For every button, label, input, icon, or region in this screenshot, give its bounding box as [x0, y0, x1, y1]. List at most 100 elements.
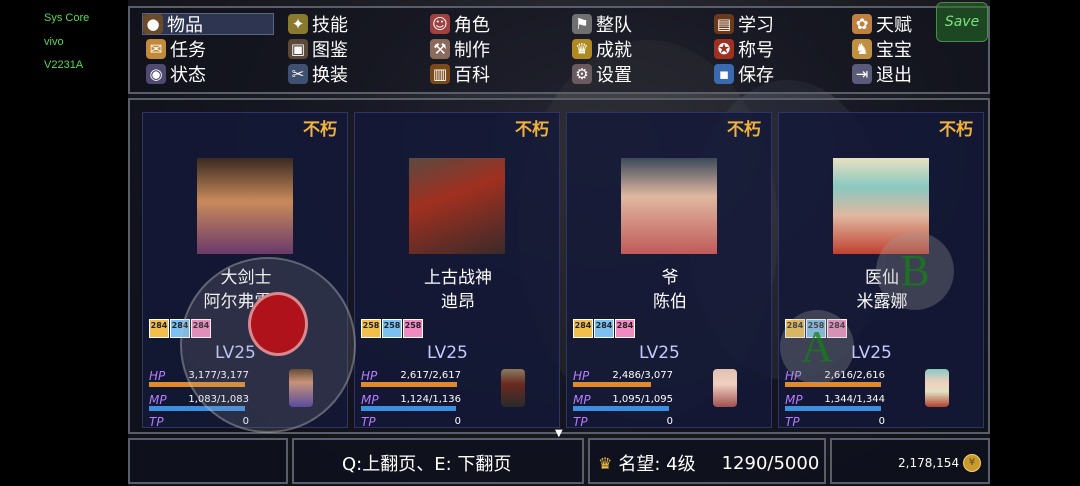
codex-icon: ▣	[288, 39, 308, 59]
encyclopedia-icon: ▥	[430, 64, 450, 84]
menu-item-label: 保存	[738, 65, 774, 86]
immortal-status-label: 不朽	[727, 120, 761, 140]
gold-coin-icon: ¥	[963, 454, 982, 472]
main-menu: ● 物品 ✦ 技能 ☺ 角色 ⚑ 整队 ▤ 学习 ✿ 天赋 ✉ 任务 ▣ 图鉴 ⚒ 制作 ♛ 成就 …	[128, 6, 990, 94]
menu-item-title[interactable]: ✪ 称号	[714, 38, 774, 61]
reputation-display: ♛ 名望: 4级 1290/5000	[598, 450, 819, 476]
reputation-label: 名望: 4级	[618, 454, 696, 475]
menu-item-status[interactable]: ◉ 状态	[146, 63, 206, 86]
menu-item-quest[interactable]: ✉ 任务	[146, 38, 206, 61]
mp-bar	[785, 406, 881, 411]
bottom-panel-left	[128, 438, 288, 484]
character-sprite	[713, 369, 737, 407]
menu-item-character[interactable]: ☺ 角色	[430, 13, 490, 36]
immortal-status-label: 不朽	[939, 120, 973, 140]
character-name: 陈伯	[653, 292, 687, 312]
menu-item-label: 状态	[170, 65, 206, 86]
menu-item-label: 成就	[596, 40, 632, 61]
menu-item-label: 称号	[738, 40, 774, 61]
book-icon: ▤	[714, 14, 734, 34]
joystick-knob[interactable]	[248, 292, 308, 356]
level-badge: 284	[594, 319, 614, 338]
menu-item-team[interactable]: ⚑ 整队	[572, 13, 632, 36]
menu-item-label: 设置	[596, 65, 632, 86]
character-class: 爷	[661, 268, 679, 288]
trophy-icon: ♛	[572, 39, 592, 59]
tp-label: TP	[149, 415, 164, 429]
tp-value: 0	[878, 416, 885, 427]
skill-icon: ✦	[288, 14, 308, 34]
mp-label: MP	[573, 393, 591, 407]
level-badge: 258	[382, 319, 402, 338]
b-button[interactable]: B	[876, 232, 954, 310]
hp-value: 2,617/2,617	[400, 370, 461, 381]
menu-item-label: 学习	[738, 15, 774, 36]
mp-stat: MP 1,344/1,344	[785, 393, 885, 411]
quick-save-button[interactable]: Save	[936, 2, 988, 42]
game-screen: Sys Core vivo V2231A ● 物品 ✦ 技能 ☺ 角色 ⚑ 整队 ▤ 学习…	[0, 0, 1080, 486]
menu-item-label: 制作	[454, 40, 490, 61]
party-member-card[interactable]: 不朽 上古战神 迪昂 258 258 258 LV25 HP 2,617/2,61…	[354, 112, 560, 431]
menu-item-label: 百科	[454, 65, 490, 86]
page-hint-text: Q:上翻页、E: 下翻页	[342, 454, 512, 475]
menu-item-talent[interactable]: ✿ 天赋	[852, 13, 912, 36]
tp-stat: TP 0	[361, 415, 461, 431]
level-label: LV25	[427, 343, 468, 363]
menu-item-label: 物品	[167, 15, 203, 36]
talent-icon: ✿	[852, 14, 872, 34]
menu-item-skills[interactable]: ✦ 技能	[288, 13, 348, 36]
menu-item-save[interactable]: ▪ 保存	[714, 63, 774, 86]
level-badge: 284	[149, 319, 169, 338]
level-badge: 284	[573, 319, 593, 338]
tp-label: TP	[361, 415, 376, 429]
menu-item-outfit[interactable]: ✂ 换装	[288, 63, 348, 86]
hp-stat: HP 2,617/2,617	[361, 369, 461, 387]
mp-value: 1,344/1,344	[824, 394, 885, 405]
mp-bar	[573, 406, 669, 411]
party-member-card[interactable]: 不朽 爷 陈伯 284 284 284 LV25 HP 2,486/3,077 M…	[566, 112, 772, 431]
menu-item-codex[interactable]: ▣ 图鉴	[288, 38, 348, 61]
hp-value: 2,486/3,077	[612, 370, 673, 381]
menu-item-items[interactable]: ● 物品	[142, 13, 274, 36]
mp-label: MP	[149, 393, 167, 407]
mp-label: MP	[361, 393, 379, 407]
menu-item-settings[interactable]: ⚙ 设置	[572, 63, 632, 86]
menu-item-study[interactable]: ▤ 学习	[714, 13, 774, 36]
menu-item-encyclopedia[interactable]: ▥ 百科	[430, 63, 490, 86]
badge-row: 258 258 258	[361, 319, 423, 338]
menu-item-label: 角色	[454, 15, 490, 36]
gear-icon: ⚙	[572, 64, 592, 84]
menu-item-label: 图鉴	[312, 40, 348, 61]
immortal-status-label: 不朽	[515, 120, 549, 140]
hp-label: HP	[573, 369, 590, 383]
tp-value: 0	[666, 416, 673, 427]
level-badge: 258	[361, 319, 381, 338]
level-badge: 258	[403, 319, 423, 338]
menu-item-craft[interactable]: ⚒ 制作	[430, 38, 490, 61]
medal-icon: ✪	[714, 39, 734, 59]
crown-icon: ♛	[598, 453, 613, 473]
menu-item-label: 退出	[876, 65, 912, 86]
outfit-icon: ✂	[288, 64, 308, 84]
menu-item-label: 任务	[170, 40, 206, 61]
gold-amount: 2,178,154	[898, 456, 960, 470]
tp-label: TP	[785, 415, 800, 429]
hp-stat: HP 2,486/3,077	[573, 369, 673, 387]
character-name: 迪昂	[441, 292, 475, 312]
mp-bar	[361, 406, 457, 411]
tp-stat: TP 0	[573, 415, 673, 431]
menu-item-exit[interactable]: ⇥ 退出	[852, 63, 912, 86]
menu-item-label: 换装	[312, 65, 348, 86]
menu-item-label: 整队	[596, 15, 632, 36]
status-icon: ◉	[146, 64, 166, 84]
a-button[interactable]: A	[780, 310, 854, 384]
badge-row: 284 284 284	[573, 319, 635, 338]
system-info-line: V2231A	[44, 59, 84, 71]
menu-item-achievement[interactable]: ♛ 成就	[572, 38, 632, 61]
character-portrait	[409, 158, 505, 254]
menu-item-pet[interactable]: ♞ 宝宝	[852, 38, 912, 61]
level-label: LV25	[851, 343, 892, 363]
craft-icon: ⚒	[430, 39, 450, 59]
pet-icon: ♞	[852, 39, 872, 59]
tp-label: TP	[573, 415, 588, 429]
